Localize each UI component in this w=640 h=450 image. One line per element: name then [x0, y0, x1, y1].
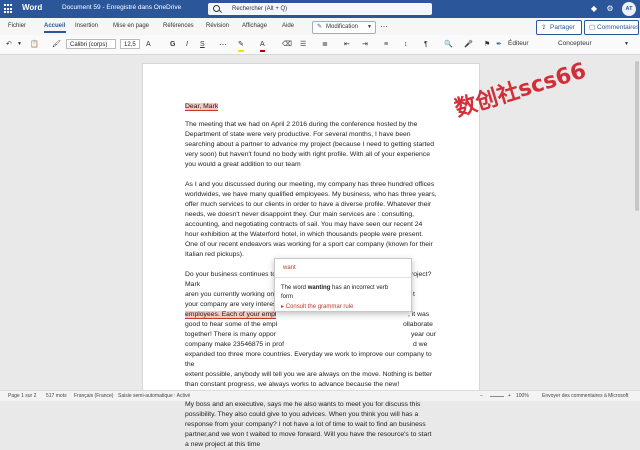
- highlight-icon[interactable]: ✎: [238, 39, 244, 52]
- chevron-down-icon[interactable]: ▼: [17, 39, 22, 50]
- comments-label: Commentaires: [597, 24, 640, 31]
- paste-icon[interactable]: 📋: [30, 39, 39, 50]
- status-bar: Page 1 sur 2 517 mots Français (France) …: [0, 390, 640, 401]
- numbering-icon[interactable]: ≣: [322, 39, 328, 50]
- paragraph-3-line-8: expanded too three more countries. Every…: [185, 351, 432, 368]
- grammar-rule-link[interactable]: ▸ Consult the grammar rule: [281, 303, 353, 310]
- document-title[interactable]: Document 59 - Enregistré dans OneDrive: [62, 4, 181, 11]
- title-bar: Word Document 59 - Enregistré dans OneDr…: [0, 0, 640, 18]
- tab-insertion[interactable]: Insertion: [75, 23, 98, 29]
- suggestion-word[interactable]: want: [283, 265, 296, 271]
- share-label: Partager: [550, 24, 575, 31]
- underline-icon[interactable]: S: [200, 39, 205, 50]
- paragraph-2: As I and you discussed during our meetin…: [185, 181, 437, 258]
- styles-icon[interactable]: ¶: [424, 39, 428, 50]
- bold-icon[interactable]: G: [170, 39, 175, 50]
- align-icon[interactable]: ≡: [384, 39, 388, 50]
- vertical-scrollbar[interactable]: [634, 55, 640, 390]
- chevron-down-icon: ▼: [367, 24, 372, 30]
- paragraph-3-line-10: than constant progress, we always works …: [185, 381, 400, 388]
- paragraph-1: The meeting that we had on April 2 2016 …: [185, 121, 434, 168]
- decrease-indent-icon[interactable]: ⇤: [344, 39, 350, 50]
- avatar[interactable]: AT: [622, 2, 636, 16]
- italic-icon[interactable]: I: [186, 39, 188, 50]
- tab-revision[interactable]: Révision: [206, 23, 229, 29]
- font-color-icon[interactable]: A: [260, 39, 265, 52]
- popup-divider: [275, 277, 411, 278]
- sensitivity-icon[interactable]: ⚑: [484, 39, 490, 50]
- share-icon: ⇪: [541, 24, 547, 31]
- find-icon[interactable]: 🔍: [444, 39, 453, 50]
- more-font-options-icon[interactable]: ⋯: [219, 39, 227, 50]
- tab-aide[interactable]: Aide: [282, 23, 294, 29]
- paragraph-3-line-6: together! There is many oppor year our: [185, 331, 436, 338]
- diamond-icon[interactable]: ◆: [588, 3, 600, 15]
- popup-message: The word wanting has an incorrect verb: [281, 285, 389, 291]
- comments-button[interactable]: ▢ Commentaires: [584, 20, 639, 35]
- tab-mise-en-page[interactable]: Mise en page: [113, 23, 149, 29]
- pencil-icon: ✎: [317, 24, 323, 30]
- format-painter-icon[interactable]: 🖌: [52, 39, 61, 50]
- editing-mode-button[interactable]: ✎ Modification ▼: [312, 21, 376, 34]
- salutation-text: Dear, Mark: [185, 103, 219, 111]
- active-tab-indicator: [44, 31, 66, 33]
- paragraph-4: My boss and an executive, says me he als…: [185, 401, 432, 448]
- bullets-icon[interactable]: ☰: [300, 39, 306, 50]
- more-options-icon[interactable]: ⋯: [380, 22, 388, 31]
- search-icon: [213, 5, 220, 12]
- search-placeholder: Rechercher (Alt + Q): [232, 6, 288, 12]
- tab-references[interactable]: Références: [163, 23, 194, 29]
- editing-mode-label: Modification: [326, 24, 359, 30]
- share-button[interactable]: ⇪ Partager: [536, 20, 582, 35]
- scrollbar-thumb[interactable]: [635, 61, 639, 211]
- undo-icon[interactable]: ↶: [6, 39, 12, 50]
- gear-icon[interactable]: ⚙: [604, 3, 616, 15]
- tab-accueil[interactable]: Accueil: [44, 23, 65, 29]
- font-size-select[interactable]: 12,5: [120, 39, 140, 49]
- dictate-icon[interactable]: 🎤: [464, 39, 473, 50]
- designer-button[interactable]: Concepteur: [558, 40, 592, 47]
- grammar-suggestion-popup[interactable]: want The word wanting has an incorrect v…: [274, 258, 412, 312]
- clear-formatting-icon[interactable]: ⌫: [282, 39, 292, 50]
- app-launcher-icon[interactable]: [2, 2, 16, 16]
- app-name: Word: [22, 3, 43, 12]
- tab-fichier[interactable]: Fichier: [8, 23, 26, 29]
- zoom-slider[interactable]: [490, 396, 504, 397]
- paragraph-3-line-9: extent possible, anybody will tell you w…: [185, 371, 433, 378]
- comment-icon: ▢: [589, 24, 596, 31]
- grow-font-icon[interactable]: A: [146, 39, 151, 50]
- paragraph-3-line-5: good to hear some of the empl ollaborate: [185, 321, 433, 328]
- search-box[interactable]: Rechercher (Alt + Q): [208, 3, 432, 15]
- increase-indent-icon[interactable]: ⇥: [362, 39, 368, 50]
- salutation: Dear, Mark: [185, 102, 437, 112]
- popup-message-line-2: form: [281, 294, 293, 300]
- font-name-select[interactable]: Calibri (corps): [66, 39, 116, 49]
- editor-button[interactable]: Éditeur: [508, 40, 529, 47]
- paragraph-3-line-7: company make 23546875 in prof d we: [185, 341, 428, 348]
- tab-affichage[interactable]: Affichage: [242, 23, 267, 29]
- line-spacing-icon[interactable]: ↕: [404, 39, 408, 50]
- editor-icon[interactable]: ✒: [496, 39, 502, 50]
- chevron-down-icon[interactable]: ▼: [624, 39, 629, 50]
